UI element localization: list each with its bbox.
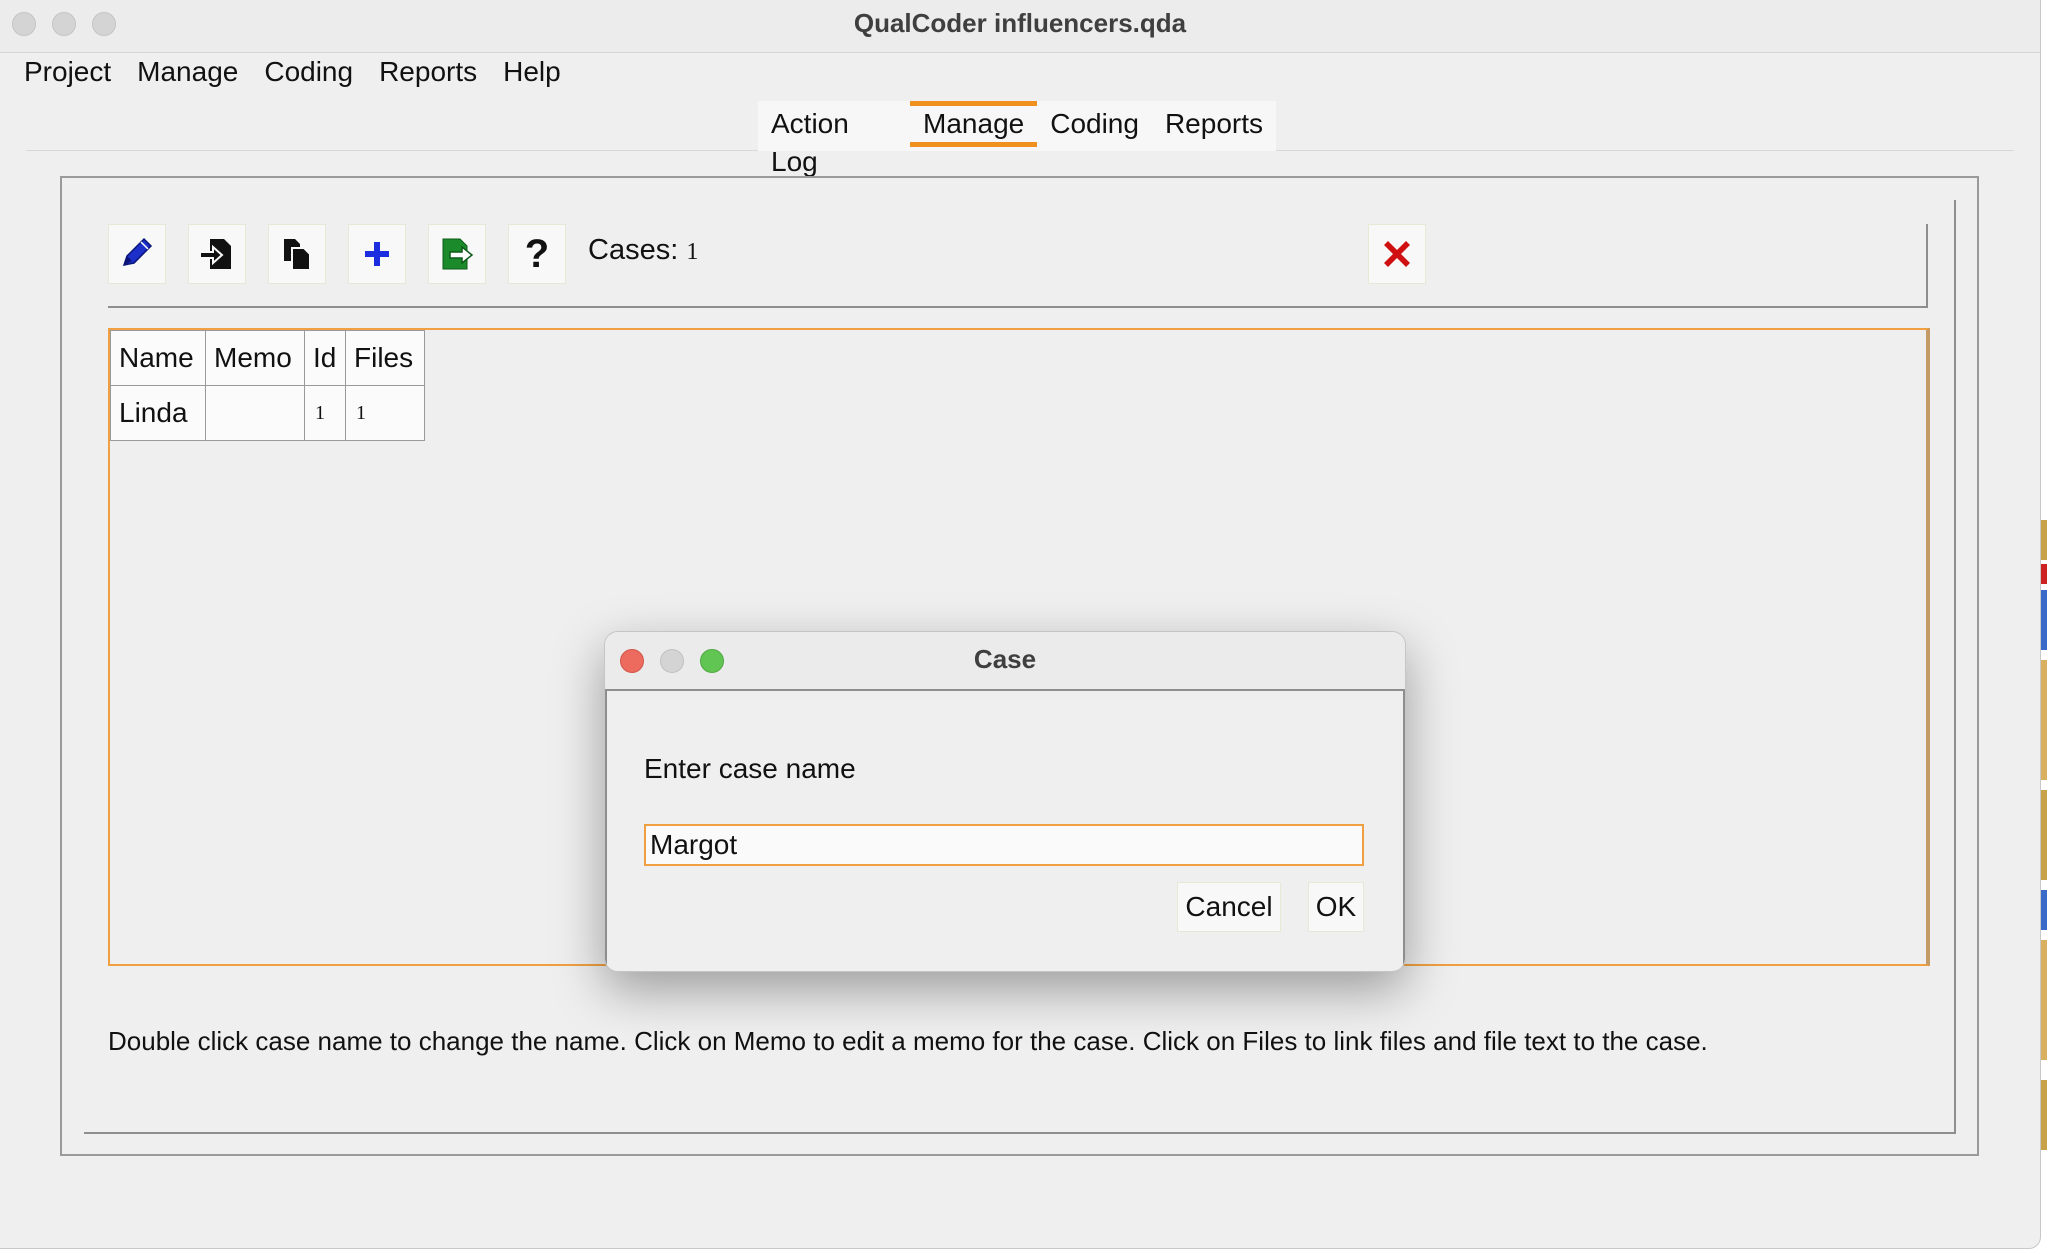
copy-icon	[284, 239, 311, 271]
pencil-icon	[122, 237, 153, 266]
add-case-button[interactable]	[348, 224, 406, 284]
dialog-frame	[605, 689, 607, 971]
toolbar-divider	[108, 306, 1928, 308]
column-header-id[interactable]: Id	[304, 330, 346, 386]
tab-bar: Action Log Manage Coding Reports	[758, 101, 1276, 177]
cases-count-label: Cases: 1	[588, 234, 698, 267]
menu-coding[interactable]: Coding	[264, 54, 353, 90]
cell-id[interactable]: 1	[304, 385, 346, 441]
delete-case-button[interactable]	[1368, 224, 1426, 284]
help-button[interactable]: ?	[508, 224, 566, 284]
column-header-name[interactable]: Name	[110, 330, 206, 386]
import-icon	[199, 239, 231, 269]
dialog-frame	[1403, 689, 1405, 971]
cell-name[interactable]: Linda	[110, 385, 206, 441]
dialog-title-bar: Case	[605, 632, 1405, 691]
toolbar-divider	[1926, 224, 1928, 308]
cases-label-text: Cases:	[588, 234, 679, 266]
cases-count-value: 1	[686, 239, 699, 265]
background-window-edge	[2041, 520, 2047, 1150]
menu-bar: Project Manage Coding Reports Help	[24, 54, 587, 90]
plus-icon	[365, 242, 389, 266]
dialog-title: Case	[973, 644, 1037, 674]
tab-manage[interactable]: Manage	[910, 101, 1038, 147]
import-button[interactable]	[188, 224, 246, 284]
case-name-dialog: Case Enter case name Cancel OK	[604, 631, 1406, 972]
menu-help[interactable]: Help	[503, 54, 561, 90]
close-x-icon	[1384, 241, 1410, 267]
ok-button[interactable]: OK	[1308, 882, 1364, 932]
column-header-files[interactable]: Files	[345, 330, 425, 386]
dialog-prompt: Enter case name	[644, 753, 856, 784]
help-icon: ?	[524, 231, 550, 276]
menu-manage[interactable]: Manage	[137, 54, 238, 90]
tab-action-log[interactable]: Action Log	[758, 101, 910, 177]
menu-reports[interactable]: Reports	[379, 54, 477, 90]
tab-coding[interactable]: Coding	[1037, 101, 1152, 151]
column-header-memo[interactable]: Memo	[205, 330, 305, 386]
panel-divider	[84, 1132, 1956, 1134]
export-icon	[442, 238, 474, 270]
tab-reports[interactable]: Reports	[1152, 101, 1276, 151]
menu-project[interactable]: Project	[24, 54, 111, 90]
main-window: QualCoder influencers.qda Project Manage…	[0, 0, 2041, 1249]
panel-divider	[1954, 200, 1956, 1132]
edit-button[interactable]	[108, 224, 166, 284]
cell-files[interactable]: 1	[345, 385, 425, 441]
help-hint-text: Double click case name to change the nam…	[108, 1026, 1708, 1056]
title-bar: QualCoder influencers.qda	[0, 0, 2040, 53]
copy-button[interactable]	[268, 224, 326, 284]
cancel-button[interactable]: Cancel	[1177, 882, 1281, 932]
table-header-row: Name Memo Id Files	[110, 330, 425, 386]
cases-table: Name Memo Id Files Linda 1 1	[110, 330, 425, 441]
table-row[interactable]: Linda 1 1	[110, 385, 425, 441]
cell-memo[interactable]	[205, 385, 305, 441]
case-name-input[interactable]	[644, 824, 1364, 866]
window-title: QualCoder influencers.qda	[853, 8, 1187, 38]
export-button[interactable]	[428, 224, 486, 284]
